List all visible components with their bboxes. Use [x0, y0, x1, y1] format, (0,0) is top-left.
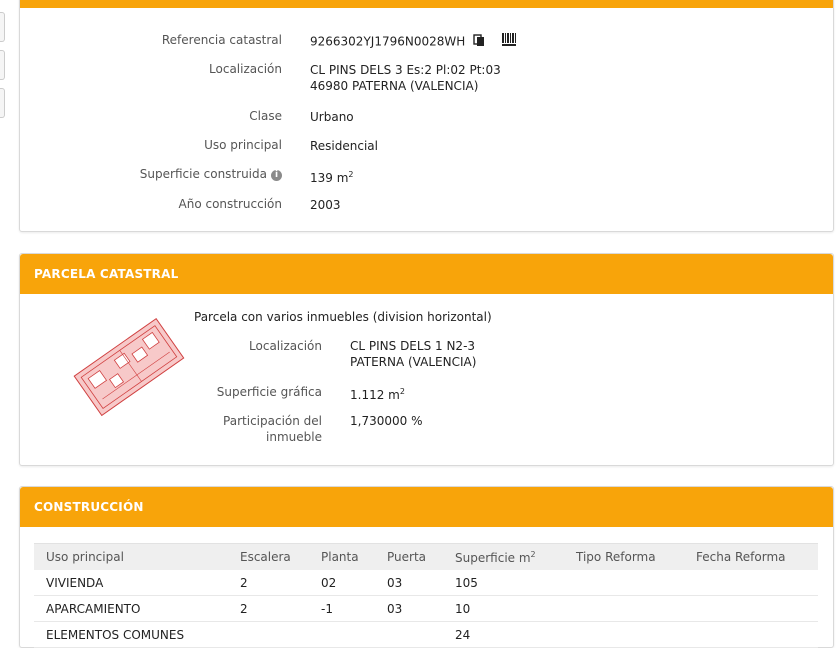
col-planta: Planta [309, 543, 375, 570]
parcela-localizacion-line1: CL PINS DELS 1 N2-3 [350, 339, 476, 353]
construccion-panel-title: CONSTRUCCIÓN [20, 487, 833, 527]
inmueble-panel: Referencia catastral 9266302YJ1796N0028W… [19, 0, 834, 232]
ref-catastral-value: 9266302YJ1796N0028WH [310, 33, 516, 51]
superficie-construida-text: Superficie construida [139, 167, 267, 181]
left-tab-3[interactable] [0, 88, 5, 118]
cell-tipo-reforma [564, 621, 684, 648]
superficie-construida-label: Superficie construida i [140, 167, 282, 181]
cell-puerta [375, 621, 443, 648]
ref-catastral-label: Referencia catastral [161, 33, 282, 47]
parcela-localizacion-value: CL PINS DELS 1 N2-3 PATERNA (VALENCIA) [350, 338, 476, 370]
cell-fecha-reforma [684, 621, 818, 648]
cell-superficie: 24 [443, 621, 564, 648]
parcel-map-image[interactable] [60, 309, 195, 424]
localizacion-line1: CL PINS DELS 3 Es:2 Pl:02 Pt:03 [310, 63, 501, 77]
cell-uso: VIVIENDA [34, 570, 228, 596]
copy-icon[interactable] [473, 33, 486, 51]
cell-escalera: 2 [228, 595, 309, 622]
superficie-grafica-exp: 2 [399, 387, 405, 396]
cell-superficie: 105 [443, 570, 564, 596]
superficie-construida-number: 139 m [310, 171, 349, 185]
superficie-construida-unit-exp: 2 [348, 170, 354, 179]
parcela-localizacion-label: Localización [249, 339, 322, 353]
col-tipo-reforma: Tipo Reforma [564, 543, 684, 570]
cell-uso: ELEMENTOS COMUNES [34, 621, 228, 648]
ref-catastral-text[interactable]: 9266302YJ1796N0028WH [310, 35, 465, 49]
localizacion-label: Localización [209, 62, 282, 76]
ano-construccion-value: 2003 [310, 198, 341, 212]
cell-planta [309, 621, 375, 648]
localizacion-value: CL PINS DELS 3 Es:2 Pl:02 Pt:03 46980 PA… [310, 62, 501, 94]
superficie-grafica-label: Superficie gráfica [216, 385, 322, 399]
participacion-label-line1: Participación del [223, 414, 322, 428]
left-tab-2[interactable] [0, 50, 5, 80]
cell-fecha-reforma [684, 595, 818, 622]
clase-value: Urbano [310, 110, 354, 124]
construccion-panel: CONSTRUCCIÓN Uso principal Escalera Plan… [19, 486, 834, 648]
col-superficie-exp: 2 [530, 549, 536, 559]
cell-fecha-reforma [684, 570, 818, 596]
col-escalera: Escalera [228, 543, 309, 570]
cell-tipo-reforma [564, 570, 684, 596]
superficie-grafica-value: 1.112 m2 [350, 384, 405, 403]
parcela-description: Parcela con varios inmuebles (division h… [194, 310, 492, 324]
cell-planta: -1 [309, 595, 375, 622]
left-tab-1[interactable] [0, 12, 5, 42]
col-superficie-text: Superficie m [455, 550, 531, 565]
inmueble-panel-header [20, 0, 833, 8]
table-row: APARCAMIENTO 2 -1 03 10 [34, 595, 818, 622]
col-fecha-reforma: Fecha Reforma [684, 543, 818, 570]
participacion-label: Participación del inmueble [223, 413, 322, 445]
participacion-label-line2: inmueble [266, 430, 322, 444]
table-row: ELEMENTOS COMUNES 24 [34, 621, 818, 648]
participacion-value: 1,730000 % [350, 414, 423, 428]
col-uso-principal: Uso principal [34, 543, 228, 570]
superficie-grafica-number: 1.112 m [350, 388, 400, 402]
uso-principal-label: Uso principal [204, 138, 282, 152]
col-superficie: Superficie m2 [443, 543, 564, 570]
cell-puerta: 03 [375, 570, 443, 596]
cell-planta: 02 [309, 570, 375, 596]
parcela-localizacion-line2: PATERNA (VALENCIA) [350, 355, 477, 369]
parcela-panel-title: PARCELA CATASTRAL [20, 254, 833, 294]
uso-principal-value: Residencial [310, 139, 378, 153]
cell-escalera: 2 [228, 570, 309, 596]
info-icon[interactable]: i [271, 170, 282, 181]
construccion-table: Uso principal Escalera Planta Puerta Sup… [34, 543, 818, 648]
cell-uso: APARCAMIENTO [34, 595, 228, 622]
ano-construccion-label: Año construcción [178, 197, 283, 211]
localizacion-line2: 46980 PATERNA (VALENCIA) [310, 79, 479, 93]
cell-puerta: 03 [375, 595, 443, 622]
parcela-panel: PARCELA CATASTRAL Parcela con varios inm… [19, 253, 834, 466]
col-puerta: Puerta [375, 543, 443, 570]
construccion-header-row: Uso principal Escalera Planta Puerta Sup… [34, 543, 818, 570]
superficie-construida-value: 139 m2 [310, 167, 354, 186]
clase-label: Clase [249, 109, 282, 123]
cell-escalera [228, 621, 309, 648]
table-row: VIVIENDA 2 02 03 105 [34, 570, 818, 596]
barcode-icon[interactable] [501, 33, 516, 51]
cell-tipo-reforma [564, 595, 684, 622]
cell-superficie: 10 [443, 595, 564, 622]
